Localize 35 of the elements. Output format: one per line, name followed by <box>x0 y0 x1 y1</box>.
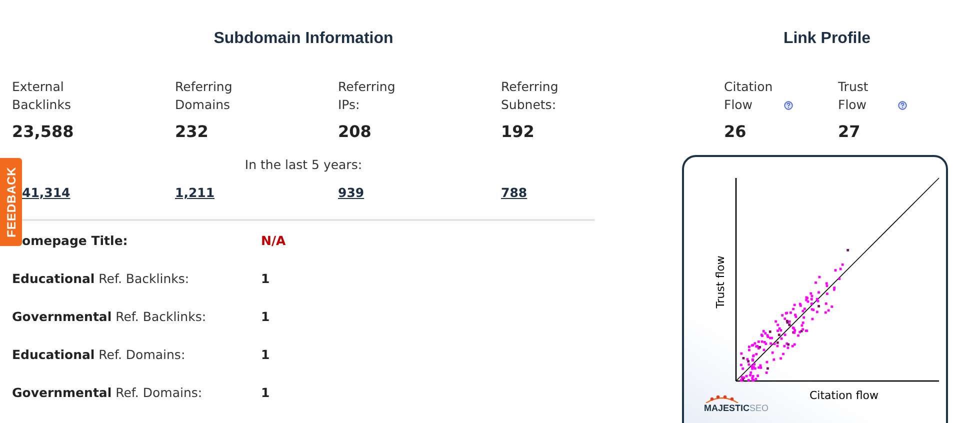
metric-value: 208 <box>338 122 372 141</box>
section-title: Link Profile <box>782 30 872 48</box>
metric-link[interactable]: 41,314 <box>22 185 70 200</box>
metric-value: 27 <box>838 122 862 141</box>
section-title: Subdomain Information <box>212 30 394 48</box>
metric-label: Citation Flow <box>724 78 774 114</box>
stars-logo-icon <box>704 395 740 403</box>
metric-value: 23,588 <box>12 122 75 141</box>
detail-label: Educational Ref. Domains: <box>12 346 186 362</box>
metric-label: Trust Flow <box>838 78 870 114</box>
metric-value: 192 <box>501 122 536 141</box>
axis-label: Trust flow <box>714 256 727 308</box>
metric-link[interactable]: 788 <box>501 185 528 200</box>
metric-link[interactable]: 1,211 <box>175 185 215 200</box>
help-icon[interactable] <box>784 101 793 110</box>
metric-link[interactable]: 939 <box>338 185 364 200</box>
detail-label: Educational Ref. Backlinks: <box>12 270 190 286</box>
detail-label: Governmental Ref. Domains: <box>12 384 204 400</box>
detail-value: 1 <box>261 270 270 286</box>
detail-value: 1 <box>261 308 270 324</box>
detail-value: 1 <box>261 346 270 362</box>
period-caption: In the last 5 years: <box>244 157 364 172</box>
metric-label: Referring IPs: <box>338 78 396 114</box>
detail-value: 1 <box>261 384 270 400</box>
metric-label: Referring Domains <box>175 78 234 114</box>
metric-label: Referring Subnets: <box>501 78 560 114</box>
metric-value: 26 <box>724 122 748 141</box>
help-icon[interactable] <box>898 101 907 110</box>
detail-label: omepage Title: <box>21 232 129 248</box>
logo-text: MAJESTICSEO <box>704 403 769 413</box>
metric-label: External Backlinks <box>12 78 72 114</box>
axis-label: Citation flow <box>810 389 878 402</box>
detail-value: N/A <box>261 232 286 248</box>
metric-value: 232 <box>175 122 210 141</box>
detail-label: Governmental Ref. Backlinks: <box>12 308 208 324</box>
